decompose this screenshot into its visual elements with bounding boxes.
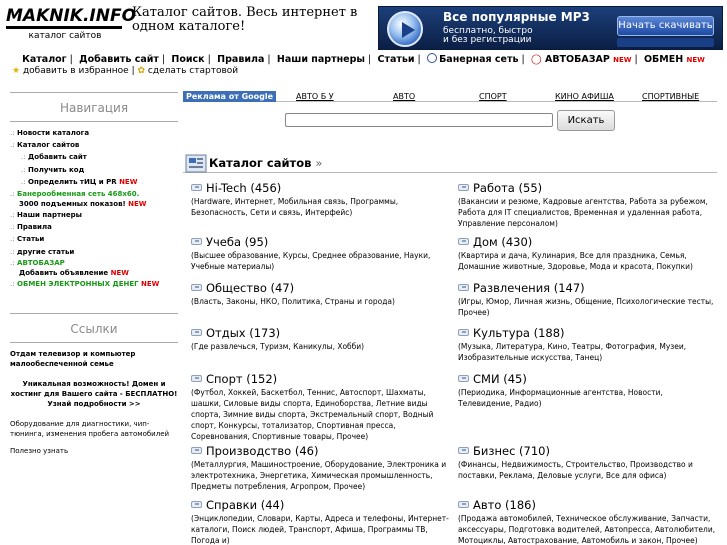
sidebar-item-autobazar[interactable]: .: АВТОБАЗАР: [10, 258, 178, 268]
sidebar: Навигация .: Новости каталога .: Каталог…: [10, 92, 178, 456]
folder-icon: [458, 184, 469, 191]
category-home[interactable]: Дом (430) (Квартира и дача, Кулинария, Вс…: [458, 235, 716, 272]
logo-wordmark: MAKNIK.INFO: [6, 6, 137, 26]
star-icon: ★: [12, 66, 21, 76]
search-button[interactable]: Искать: [557, 110, 615, 131]
category-job[interactable]: Работа (55) (Вакансии и резюме, Кадровые …: [458, 181, 716, 229]
nav-articles[interactable]: Статьи: [377, 54, 414, 65]
folder-icon: [191, 501, 202, 508]
tab-sport[interactable]: СПОРТ: [479, 91, 507, 102]
sidebar-item-add-site[interactable]: .: Добавить сайт: [10, 151, 178, 163]
sidebar-item-catalog[interactable]: .: Каталог сайтов: [10, 139, 178, 151]
logo-subtitle: каталог сайтов: [28, 31, 102, 41]
category-reference[interactable]: Справки (44) (Энциклопедии, Словари, Карт…: [191, 498, 449, 545]
nav-search[interactable]: Поиск: [171, 54, 204, 65]
banner-bar: [617, 38, 714, 47]
catalog-title[interactable]: Каталог сайтов: [209, 156, 311, 170]
folder-icon: [191, 238, 202, 245]
tab-kino-afisha[interactable]: КИНО АФИША: [555, 91, 614, 102]
new-badge: NEW: [686, 56, 705, 64]
nav-rules[interactable]: Правила: [217, 54, 264, 65]
category-rest[interactable]: Отдых (173) (Где развлечься, Туризм, Кани…: [191, 326, 449, 352]
play-icon: [387, 11, 423, 47]
folder-icon: [458, 238, 469, 245]
folder-icon: [191, 329, 202, 336]
banner-title: Все популярные MP3: [443, 10, 590, 24]
category-auto[interactable]: Авто (186) (Продажа автомобилей, Техничес…: [458, 498, 716, 545]
site-tagline: Каталог сайтов. Весь интернет в одном ка…: [132, 5, 358, 34]
folder-icon: [458, 447, 469, 454]
nav-add-site[interactable]: Добавить сайт: [79, 54, 159, 65]
category-sport[interactable]: Спорт (152) (Футбол, Хоккей, Баскетбол, Т…: [191, 372, 449, 442]
sidebar-item-news[interactable]: .: Новости каталога: [10, 127, 178, 139]
folder-icon: [191, 184, 202, 191]
nav-catalog[interactable]: Каталог: [22, 54, 67, 65]
sidebar-item-add-ad[interactable]: Добавить объявление NEW: [10, 268, 178, 278]
category-media[interactable]: СМИ (45) (Периодика, Информационные агент…: [458, 372, 716, 409]
sidebar-ad-domain[interactable]: Уникальная возможность! Домен и хостинг …: [10, 379, 178, 419]
sidebar-nav-title: Навигация: [10, 92, 178, 122]
top-navigation: Каталог | Добавить сайт | Поиск | Правила | …: [22, 53, 705, 65]
nav-banner-network[interactable]: Банерная сеть: [439, 54, 518, 65]
nav-exchange[interactable]: ОБМЕН: [644, 54, 683, 65]
sidebar-ad-tv[interactable]: Отдам телевизор и компьютер малообеспече…: [10, 349, 178, 379]
banner-download-button[interactable]: Начать скачивать: [617, 16, 714, 36]
nav-autobazar[interactable]: АВТОБАЗАР: [545, 54, 610, 65]
home-icon: ✿: [137, 66, 146, 76]
make-homepage-link[interactable]: сделать стартовой: [148, 66, 238, 76]
sidebar-item-money-exchange[interactable]: .: ОБМЕН ЭЛЕКТРОННЫХ ДЕНЕГ NEW: [10, 278, 178, 290]
tab-google-ads[interactable]: Реклама от Google: [183, 91, 277, 102]
category-culture[interactable]: Культура (188) (Музыка, Литература, Кино,…: [458, 326, 716, 363]
sidebar-item-get-code[interactable]: .: Получить код: [10, 164, 178, 176]
ad-tabs: Реклама от Google АВТО Б У АВТО СПОРТ КИ…: [183, 91, 717, 102]
sidebar-item-rules[interactable]: .: Правила: [10, 221, 178, 233]
sidebar-item-articles[interactable]: .: Статьи: [10, 233, 178, 245]
category-business[interactable]: Бизнес (710) (Финансы, Недвижимость, Стро…: [458, 444, 716, 481]
folder-icon: [458, 375, 469, 382]
add-to-favorites-link[interactable]: добавить в избранное: [23, 66, 129, 76]
category-hi-tech[interactable]: Hi-Tech (456) (Hardware, Интернет, Мобиль…: [191, 181, 449, 218]
category-manufacturing[interactable]: Производство (46) (Металлургия, Машиностр…: [191, 444, 449, 492]
logo-underline: [6, 26, 122, 29]
folder-icon: [458, 329, 469, 336]
tab-auto[interactable]: АВТО: [393, 91, 415, 102]
category-study[interactable]: Учеба (95) (Высшее образование, Курсы, Ср…: [191, 235, 449, 272]
sidebar-ad-diagnostics[interactable]: Оборудование для диагностики, чип-тюнинг…: [10, 419, 178, 446]
globe-icon: [427, 53, 438, 63]
mp3-banner-ad[interactable]: Все популярные MP3 бесплатно, быстро и б…: [378, 6, 723, 50]
sidebar-item-tic-pr[interactable]: .: Определить тИЦ и PR NEW: [10, 176, 178, 188]
nav-partners[interactable]: Наши партнеры: [277, 54, 365, 65]
folder-icon: [191, 284, 202, 291]
category-entertainment[interactable]: Развлечения (147) (Игры, Юмор, Личная жиз…: [458, 281, 716, 318]
tab-auto-bu[interactable]: АВТО Б У: [296, 91, 334, 102]
folder-icon: [458, 501, 469, 508]
sidebar-item-partners[interactable]: .: Наши партнеры: [10, 209, 178, 221]
tab-sportivnye[interactable]: СПОРТИВНЫЕ: [642, 91, 699, 102]
folder-icon: [191, 375, 202, 382]
search-input[interactable]: [285, 113, 553, 127]
sidebar-item-banner-shows[interactable]: 3000 подъемных показов! NEW: [10, 199, 178, 209]
sidebar-ad-useful[interactable]: Полезно узнать: [10, 446, 178, 456]
car-icon: ◯: [531, 54, 542, 65]
new-badge: NEW: [613, 56, 632, 64]
sidebar-item-banner-exchange[interactable]: .: Банерообменная сеть 468х60.: [10, 190, 178, 199]
catalog-header: Каталог сайтов »: [183, 154, 717, 173]
category-society[interactable]: Общество (47) (Власть, Законы, НКО, Полит…: [191, 281, 449, 307]
banner-subtitle: бесплатно, быстро и без регистрации: [443, 26, 533, 45]
folder-icon: [458, 284, 469, 291]
folder-icon: [191, 447, 202, 454]
sidebar-item-other-articles[interactable]: .: другие статьи: [10, 246, 178, 258]
sidebar-links-title: Ссылки: [10, 313, 178, 344]
favorites-bar: ★ добавить в избранное | ✿ сделать старт…: [12, 66, 239, 76]
catalog-icon: [185, 154, 207, 173]
site-logo[interactable]: MAKNIK.INFO каталог сайтов: [6, 6, 137, 41]
